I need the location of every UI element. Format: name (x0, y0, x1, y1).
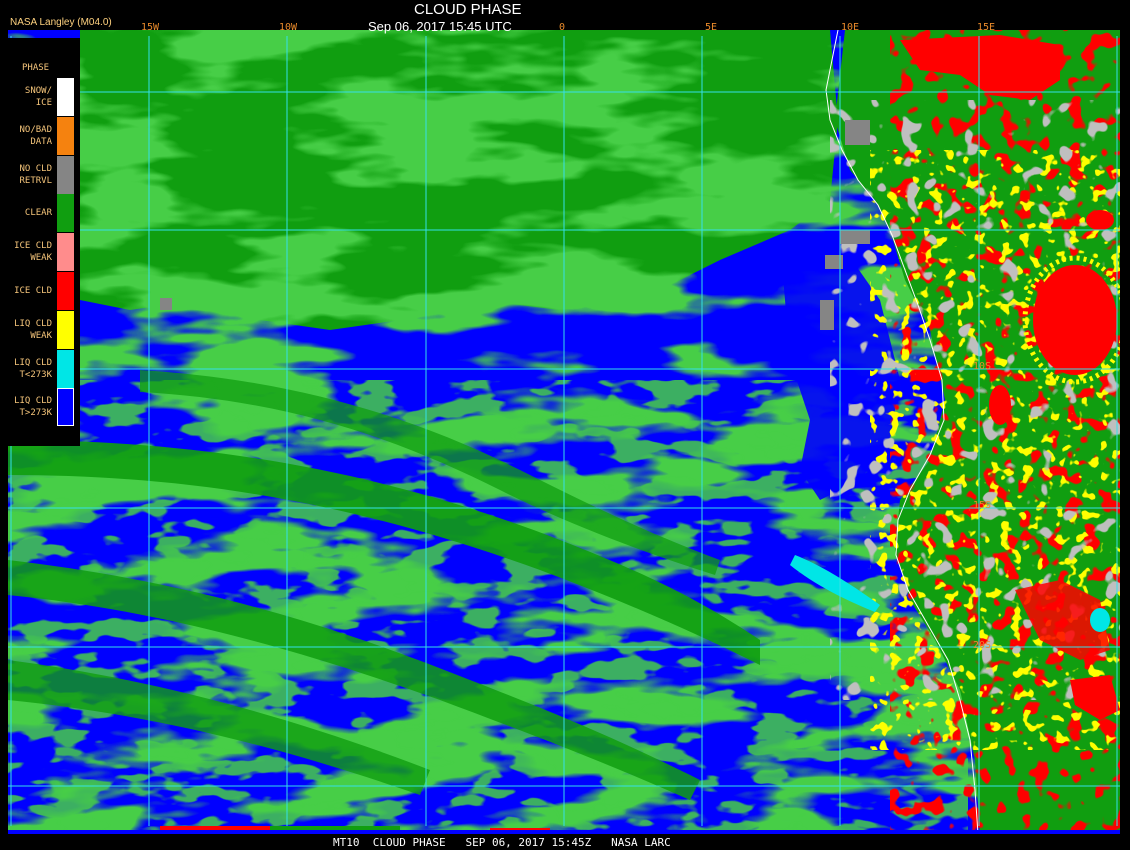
legend-color-swatch (57, 194, 74, 233)
legend-color-swatch (57, 388, 74, 427)
longitude-label-15e: 15E (977, 22, 996, 33)
legend-color-swatch (57, 310, 74, 349)
legend-item-label: CLEAR (24, 208, 52, 219)
no-retrieval-patch-5 (160, 298, 172, 310)
ice-cloud-cell-large (1033, 265, 1117, 375)
cloud-phase-map (8, 30, 1120, 834)
ice-cloud-cell-east (1086, 210, 1114, 230)
satellite-image-viewer: CLOUD PHASE Sep 06, 2017 15:45 UTC NASA … (0, 0, 1130, 850)
legend-item: ICE CLD WEAK (0, 233, 80, 272)
legend-color-swatch (57, 272, 74, 310)
longitude-label-0: 0 (559, 22, 566, 33)
map-timestamp: Sep 06, 2017 15:45 UTC (368, 19, 512, 34)
footer-caption: MT10 CLOUD PHASE SEP 06, 2017 15:45Z NAS… (333, 836, 671, 849)
legend-item: LIQ CLD T<273K (0, 349, 80, 388)
latitude-label-20s: 20S (973, 640, 992, 651)
latitude-label-15s: 15S (973, 500, 992, 511)
no-retrieval-patch-3 (820, 300, 834, 330)
legend-color-swatch (57, 233, 74, 272)
longitude-label-10w: 10W (279, 22, 298, 33)
legend-item-label: ICE CLD WEAK (14, 241, 52, 264)
legend-item: CLEAR (0, 194, 80, 233)
legend-heading: PHASE (22, 63, 50, 73)
longitude-label-5e: 5E (705, 22, 718, 33)
legend-item: LIQ CLD T>273K (0, 388, 80, 427)
no-retrieval-patch-4 (845, 120, 870, 145)
legend-color-swatch (57, 78, 74, 116)
legend-item-label: ICE CLD (14, 286, 52, 296)
agency-label: NASA Langley (M04.0) (10, 17, 112, 28)
legend-item: ICE CLD (0, 272, 80, 310)
no-retrieval-patch-1 (840, 230, 870, 244)
latitude-label-10s: 10S (973, 361, 992, 372)
legend-color-swatch (57, 116, 74, 155)
legend-item: LIQ CLD WEAK (0, 310, 80, 349)
legend-item-label: SNOW/ ICE (24, 86, 52, 108)
legend-item-label: NO/BAD DATA (19, 124, 52, 147)
legend-item-label: NO CLD RETRVL (19, 163, 52, 186)
phase-legend: PHASE SNOW/ ICE NO/BAD DATA NO CLD RETRVL C… (0, 38, 80, 446)
legend-color-swatch (57, 349, 74, 388)
legend-item-label: LIQ CLD T>273K (14, 396, 52, 419)
legend-item: NO CLD RETRVL (0, 155, 80, 194)
legend-item-label: LIQ CLD WEAK (14, 318, 52, 341)
ice-cloud-cell-small (989, 385, 1011, 425)
map-title: CLOUD PHASE (414, 1, 522, 18)
legend-item-label: LIQ CLD T<273K (14, 357, 52, 380)
legend-item: SNOW/ ICE (0, 78, 80, 116)
longitude-label-15w: 15W (141, 22, 160, 33)
liquid-cold-patch (1090, 608, 1110, 632)
legend-color-swatch (57, 155, 74, 194)
legend-item: NO/BAD DATA (0, 116, 80, 155)
longitude-label-10e: 10E (841, 22, 860, 33)
